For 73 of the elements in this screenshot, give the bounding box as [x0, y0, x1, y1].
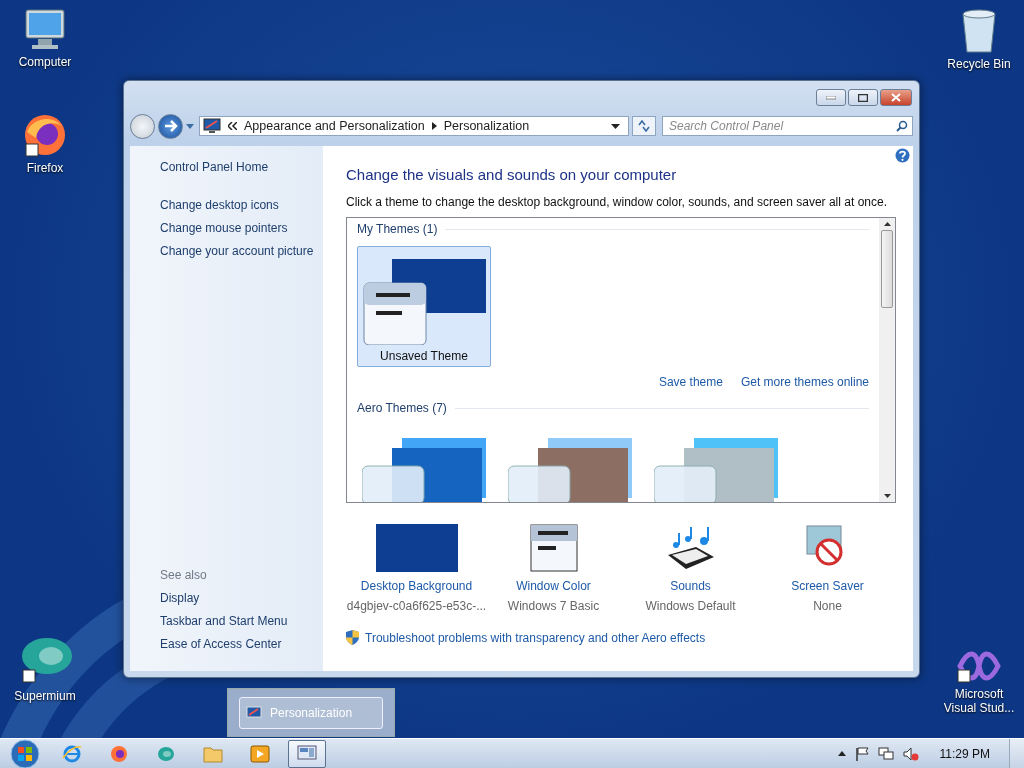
sidebar-link[interactable]: Control Panel Home — [160, 160, 323, 174]
media-player-icon — [250, 744, 270, 763]
breadcrumb-item[interactable]: Personalization — [443, 119, 530, 133]
desktop-icon-label[interactable]: Recycle Bin — [947, 57, 1011, 71]
theme-group-heading: Aero Themes (7) — [357, 401, 447, 415]
theme-tile[interactable]: Unsaved Theme — [357, 246, 491, 367]
control-panel-icon — [297, 744, 317, 763]
sidebar-link[interactable]: Taskbar and Start Menu — [160, 614, 323, 628]
computer-icon[interactable] — [22, 8, 68, 52]
refresh-button[interactable] — [632, 116, 656, 136]
scrollbar[interactable] — [879, 218, 895, 502]
setting-link[interactable]: Window Color — [516, 579, 591, 593]
sidebar-link[interactable]: Ease of Access Center — [160, 637, 323, 651]
taskbar-clock[interactable]: 11:29 PM — [939, 746, 990, 761]
arrow-right-icon — [163, 120, 178, 132]
dropdown-caret-icon[interactable] — [611, 123, 620, 129]
help-icon[interactable] — [895, 148, 910, 163]
folder-icon — [203, 744, 223, 763]
desktop-icon-label[interactable]: Computer — [18, 55, 72, 69]
setting-value: Windows Default — [645, 599, 736, 613]
address-bar[interactable]: Appearance and Personalization Personalization — [199, 116, 629, 136]
close-button[interactable] — [880, 89, 912, 106]
taskbar-app-button[interactable] — [288, 739, 326, 768]
page-description: Click a theme to change the desktop background, window color, sounds, and screen saver all at once. — [346, 195, 888, 209]
theme-action-link[interactable]: Get more themes online — [740, 375, 869, 389]
desktop-icon-label[interactable]: Firefox — [26, 161, 64, 175]
speaker-muted-icon[interactable] — [902, 746, 919, 761]
refresh-icon — [637, 120, 651, 132]
recycle-bin-icon[interactable] — [959, 8, 999, 54]
wallpaper-thumbnail-icon[interactable] — [375, 524, 458, 572]
internet-explorer-icon — [62, 743, 82, 764]
firefox-icon — [109, 743, 129, 764]
supermium-icon — [156, 744, 176, 763]
show-hidden-icons-icon[interactable] — [837, 751, 846, 756]
setting-value: d4gbjev-c0a6f625-e53c-... — [346, 599, 487, 613]
network-icon[interactable] — [877, 746, 894, 761]
scrollbar-thumb[interactable] — [881, 230, 893, 308]
sidebar-link[interactable]: Change desktop icons — [160, 198, 323, 212]
theme-group-heading: My Themes (1) — [357, 222, 438, 236]
scroll-down-icon[interactable] — [883, 494, 891, 498]
maximize-button[interactable] — [848, 89, 878, 106]
minimize-icon — [826, 95, 836, 100]
setting-link[interactable]: Desktop Background — [360, 579, 473, 593]
monitor-icon — [246, 705, 262, 720]
troubleshoot-link[interactable]: Troubleshoot problems with transparency and other Aero effects — [365, 630, 706, 645]
sidebar-link[interactable]: Change your account picture — [160, 244, 323, 258]
breadcrumb-item[interactable]: Appearance and Personalization — [244, 119, 425, 133]
chevron-double-left-icon[interactable] — [228, 122, 237, 130]
firefox-icon[interactable] — [22, 112, 68, 158]
page-title: Change the visuals and sounds on your computer — [346, 166, 678, 183]
setting-value: Windows 7 Basic — [507, 599, 600, 613]
desktop-icon-label[interactable]: Microsoft Visual Stud... — [938, 687, 1020, 715]
theme-action-link[interactable]: Save theme — [658, 375, 723, 389]
shield-icon — [346, 630, 359, 645]
search-field[interactable]: Search Control Panel — [662, 116, 913, 136]
close-icon — [891, 93, 901, 102]
monitor-icon — [203, 118, 221, 134]
breadcrumb-separator-icon[interactable] — [431, 122, 437, 130]
sidebar-link[interactable]: Change mouse pointers — [160, 221, 323, 235]
sidebar-link[interactable]: Display — [160, 591, 323, 605]
setting-link[interactable]: Screen Saver — [791, 579, 864, 593]
back-button[interactable] — [130, 113, 155, 139]
scroll-up-icon[interactable] — [883, 222, 891, 226]
maximize-icon — [858, 93, 868, 102]
setting-link[interactable]: Sounds — [670, 579, 711, 593]
window-color-icon[interactable] — [529, 524, 578, 572]
flag-icon[interactable] — [854, 746, 869, 761]
forward-button[interactable] — [158, 113, 183, 139]
search-icon — [896, 120, 908, 132]
desktop-icon-label[interactable]: Supermium — [14, 689, 76, 703]
minimize-button[interactable] — [816, 89, 846, 106]
see-also-heading: See also — [160, 568, 208, 582]
setting-value: None — [813, 599, 842, 613]
